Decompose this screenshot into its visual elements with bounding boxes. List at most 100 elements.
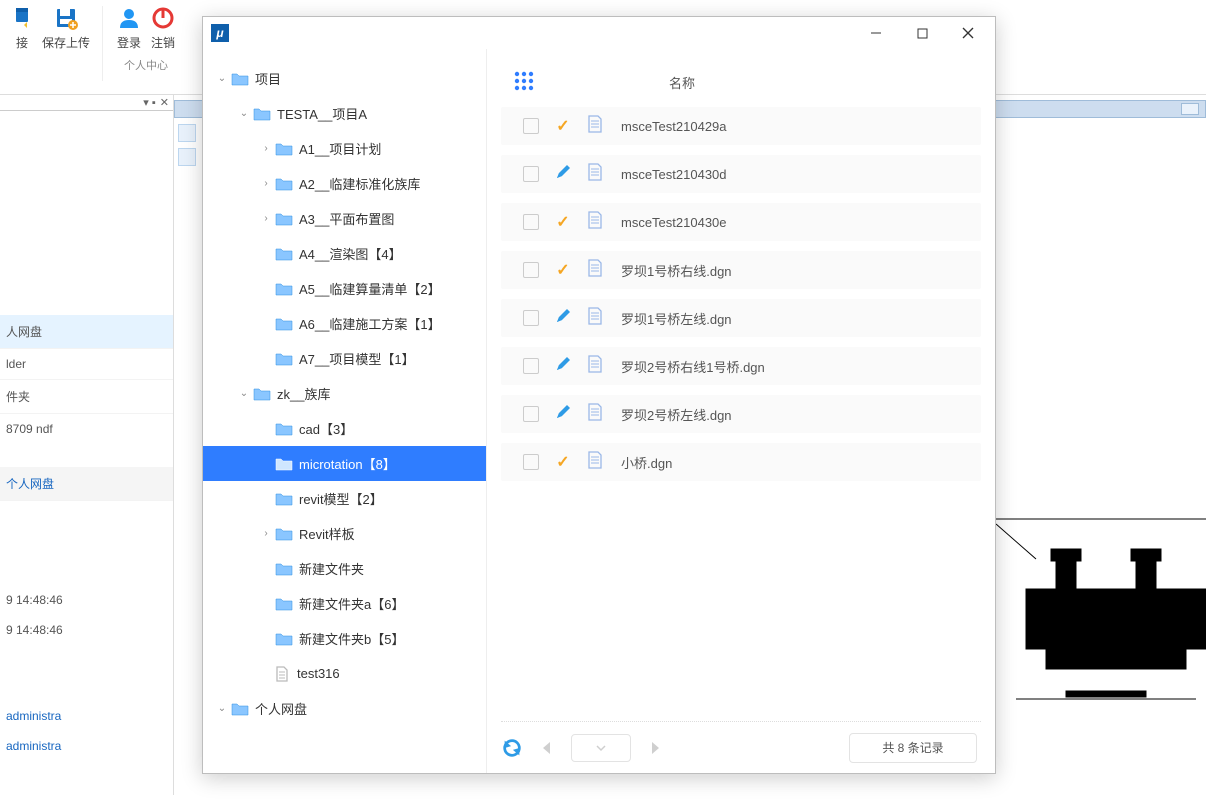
- file-row[interactable]: ✓ msceTest210429a: [501, 107, 981, 145]
- file-row[interactable]: ✓ msceTest210430e: [501, 203, 981, 241]
- close-button[interactable]: [945, 18, 991, 48]
- folder-icon: [275, 247, 293, 261]
- grid-view-icon[interactable]: [513, 70, 537, 94]
- record-count: 共 8 条记录: [849, 733, 977, 763]
- ribbon-group-personal: 登录 注销 个人中心: [107, 0, 185, 75]
- caret-icon[interactable]: ⌄: [215, 703, 229, 714]
- left-sidebar: ▾ ▪ ✕ 人网盘 lder 件夹 8709 ndf 个人网盘 9 14:48:…: [0, 95, 174, 795]
- file-icon: [275, 666, 291, 682]
- tree-node[interactable]: test316: [203, 656, 486, 691]
- check-icon: ✓: [556, 116, 569, 136]
- left-item-folder2[interactable]: 件夹: [0, 380, 173, 414]
- tree-node[interactable]: revit模型【2】: [203, 481, 486, 516]
- file-name: 罗坝2号桥右线1号桥.dgn: [621, 357, 765, 376]
- tool-2[interactable]: [178, 148, 196, 166]
- document-icon: [587, 163, 603, 186]
- tree-node[interactable]: A6__临建施工方案【1】: [203, 306, 486, 341]
- tool-column: [174, 118, 200, 172]
- page-next-button[interactable]: [641, 734, 669, 762]
- file-name: msceTest210430e: [621, 215, 727, 230]
- tree-node[interactable]: 新建文件夹: [203, 551, 486, 586]
- file-row[interactable]: ✓ 罗坝1号桥右线.dgn: [501, 251, 981, 289]
- check-icon: ✓: [556, 212, 569, 232]
- tree-node-label: A2__临建标准化族库: [299, 174, 420, 193]
- tree-node[interactable]: A4__渲染图【4】: [203, 236, 486, 271]
- tree-node[interactable]: ⌄ TESTA__项目A: [203, 96, 486, 131]
- left-time1: 9 14:48:46: [0, 585, 173, 615]
- edit-icon: [555, 404, 571, 425]
- user-icon: [115, 4, 143, 32]
- tree-node[interactable]: › A2__临建标准化族库: [203, 166, 486, 201]
- left-item-personal-disk[interactable]: 人网盘: [0, 315, 173, 349]
- tool-1[interactable]: [178, 124, 196, 142]
- page-prev-button[interactable]: [533, 734, 561, 762]
- caret-icon[interactable]: ⌄: [215, 73, 229, 84]
- folder-icon: [275, 632, 293, 646]
- tree-node-label: A6__临建施工方案【1】: [299, 314, 441, 333]
- logout-button[interactable]: 注销: [149, 4, 177, 51]
- folder-icon: [275, 422, 293, 436]
- file-row[interactable]: 罗坝1号桥左线.dgn: [501, 299, 981, 337]
- file-row[interactable]: msceTest210430d: [501, 155, 981, 193]
- tree-node[interactable]: ⌄ 个人网盘: [203, 691, 486, 726]
- row-checkbox[interactable]: [523, 214, 539, 230]
- status-col: ✓: [551, 260, 575, 280]
- folder-icon: [275, 562, 293, 576]
- row-checkbox[interactable]: [523, 358, 539, 374]
- save-upload-button[interactable]: 保存上传: [42, 4, 90, 51]
- caret-icon[interactable]: ›: [259, 143, 273, 154]
- folder-tree[interactable]: ⌄项目⌄TESTA__项目A›A1__项目计划›A2__临建标准化族库›A3__…: [203, 49, 487, 773]
- tree-node-label: 个人网盘: [255, 699, 307, 718]
- tree-node-label: zk__族库: [277, 384, 330, 403]
- file-name: 罗坝2号桥左线.dgn: [621, 405, 732, 424]
- row-checkbox[interactable]: [523, 406, 539, 422]
- minimize-button[interactable]: [853, 18, 899, 48]
- tree-node[interactable]: cad【3】: [203, 411, 486, 446]
- tree-node[interactable]: A5__临建算量清单【2】: [203, 271, 486, 306]
- tree-node[interactable]: ⌄项目: [203, 61, 486, 96]
- caret-icon[interactable]: ›: [259, 178, 273, 189]
- panel-pin-bar: ▾ ▪ ✕: [0, 95, 173, 111]
- folder-icon: [231, 702, 249, 716]
- row-checkbox[interactable]: [523, 166, 539, 182]
- column-header-name[interactable]: 名称: [669, 73, 695, 92]
- connect-button[interactable]: 接: [8, 4, 36, 51]
- caret-icon[interactable]: ›: [259, 213, 273, 224]
- pin-icon[interactable]: ▾ ▪: [143, 96, 155, 109]
- file-row[interactable]: 罗坝2号桥左线.dgn: [501, 395, 981, 433]
- row-checkbox[interactable]: [523, 118, 539, 134]
- document-icon: [587, 403, 603, 426]
- minimize-doc-icon[interactable]: [1181, 103, 1199, 115]
- save-upload-label: 保存上传: [42, 34, 90, 51]
- file-row[interactable]: ✓小桥.dgn: [501, 443, 981, 481]
- caret-icon[interactable]: ⌄: [237, 388, 251, 399]
- tree-node[interactable]: 新建文件夹a【6】: [203, 586, 486, 621]
- row-checkbox[interactable]: [523, 310, 539, 326]
- file-name: 罗坝1号桥右线.dgn: [621, 261, 732, 280]
- caret-icon[interactable]: ›: [259, 528, 273, 539]
- tree-node[interactable]: ›Revit样板: [203, 516, 486, 551]
- tree-node[interactable]: A7__项目模型【1】: [203, 341, 486, 376]
- status-col: ✓: [551, 116, 575, 136]
- tree-node[interactable]: ›A1__项目计划: [203, 131, 486, 166]
- panel-close-icon[interactable]: ✕: [160, 96, 169, 109]
- document-icon: [587, 451, 603, 474]
- caret-icon[interactable]: ⌄: [237, 108, 251, 119]
- left-admin1: administra: [0, 701, 173, 731]
- app-icon: μ: [211, 24, 229, 42]
- tree-node-label: TESTA__项目A: [277, 104, 367, 123]
- file-row[interactable]: 罗坝2号桥右线1号桥.dgn: [501, 347, 981, 385]
- tree-node[interactable]: ›A3__平面布置图: [203, 201, 486, 236]
- row-checkbox[interactable]: [523, 262, 539, 278]
- row-checkbox[interactable]: [523, 454, 539, 470]
- tree-node[interactable]: 新建文件夹b【5】: [203, 621, 486, 656]
- file-name: msceTest210429a: [621, 119, 727, 134]
- page-select[interactable]: [571, 734, 631, 762]
- maximize-button[interactable]: [899, 18, 945, 48]
- tree-node[interactable]: microtation【8】: [203, 446, 486, 481]
- refresh-button[interactable]: [501, 737, 523, 759]
- left-item-pdf[interactable]: 8709 ndf: [0, 414, 173, 444]
- login-button[interactable]: 登录: [115, 4, 143, 51]
- tree-node[interactable]: ⌄ zk__族库: [203, 376, 486, 411]
- left-item-folder[interactable]: lder: [0, 349, 173, 380]
